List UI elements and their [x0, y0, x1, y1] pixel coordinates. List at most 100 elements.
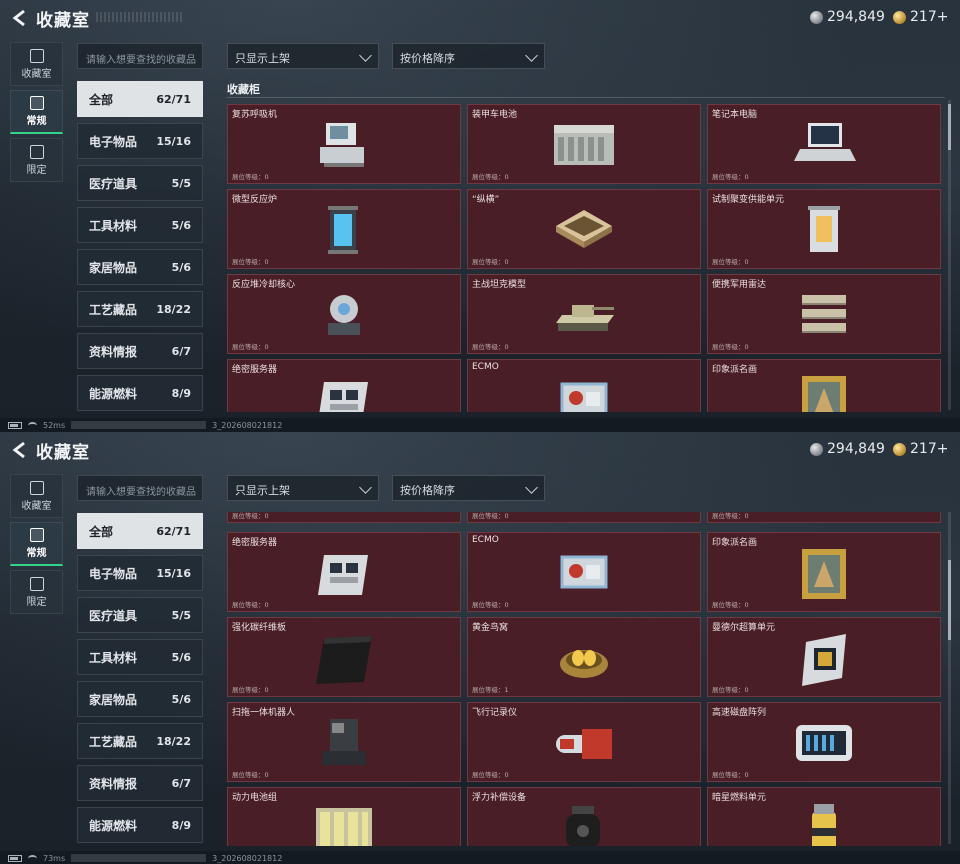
collection-item-card[interactable]: 便携军用雷达 展位等级：0 — [707, 274, 941, 354]
item-level: 展位等级：0 — [472, 601, 509, 609]
collection-item-card[interactable]: 印象派名画 — [707, 359, 941, 412]
item-name: 高速磁盘阵列 — [712, 708, 767, 718]
sort-order-dropdown[interactable]: 按价格降序 — [392, 475, 545, 501]
shelf-filter-dropdown[interactable]: 只显示上架 — [227, 43, 379, 69]
item-level: 展位等级：0 — [472, 343, 509, 351]
item-level: 展位等级：0 — [712, 258, 749, 266]
collection-item-card[interactable]: 绝密服务器 展位等级：0 — [227, 532, 461, 612]
collection-item-card[interactable]: 飞行记录仪 展位等级：0 — [467, 702, 701, 782]
category-count: 62/71 — [156, 92, 191, 106]
collection-item-card[interactable]: 主战坦克模型 展位等级：0 — [467, 274, 701, 354]
painting-icon — [802, 549, 846, 599]
category-count: 5/6 — [171, 650, 191, 664]
category-item[interactable]: 电子物品 15/16 — [77, 123, 203, 159]
item-level: 展位等级：1 — [472, 686, 509, 694]
collection-item-card[interactable]: 展位等级：0 — [707, 512, 941, 523]
silver-currency: 294,849 — [810, 441, 885, 457]
item-level: 展位等级：0 — [712, 173, 749, 181]
item-level: 展位等级：0 — [712, 601, 749, 609]
category-item[interactable]: 工艺藏品 18/22 — [77, 723, 203, 759]
blurred-id — [71, 421, 207, 429]
collection-item-card[interactable]: ECMO 展位等级：0 — [467, 532, 701, 612]
collection-item-card[interactable]: 微型反应炉 展位等级：0 — [227, 189, 461, 269]
category-item[interactable]: 工具材料 5/6 — [77, 207, 203, 243]
collection-item-card[interactable]: 笔记本电脑 展位等级：0 — [707, 104, 941, 184]
collection-item-card[interactable]: 暗星燃料单元 — [707, 787, 941, 846]
category-item[interactable]: 能源燃料 8/9 — [77, 807, 203, 843]
battery-icon — [8, 854, 22, 862]
collection-item-card[interactable]: 黄金鸟窝 展位等级：1 — [467, 617, 701, 697]
picture-icon — [29, 528, 44, 542]
category-item[interactable]: 全部 62/71 — [77, 513, 203, 549]
category-item[interactable]: 工具材料 5/6 — [77, 639, 203, 675]
category-item[interactable]: 医疗道具 5/5 — [77, 597, 203, 633]
category-item[interactable]: 家居物品 5/6 — [77, 681, 203, 717]
category-item[interactable]: 资料情报 6/7 — [77, 333, 203, 369]
side-tab-regular[interactable]: 常规 — [10, 522, 63, 566]
item-name: 绝密服务器 — [232, 538, 278, 548]
collection-item-card[interactable]: 扫拖一体机器人 展位等级：0 — [227, 702, 461, 782]
category-item[interactable]: 全部 62/71 — [77, 81, 203, 117]
item-name: 印象派名画 — [712, 365, 758, 375]
item-level: 展位等级：0 — [712, 512, 749, 520]
item-name: 试制聚变供能单元 — [712, 195, 785, 205]
collection-item-card[interactable]: 展位等级：0 — [467, 512, 701, 523]
side-tab-limited[interactable]: 限定 — [10, 138, 63, 182]
collection-item-card[interactable]: 印象派名画 展位等级：0 — [707, 532, 941, 612]
collection-item-card[interactable]: 浮力补偿设备 — [467, 787, 701, 846]
silver-amount: 294,849 — [827, 9, 885, 25]
collection-item-card[interactable]: 动力电池组 — [227, 787, 461, 846]
item-name: 飞行记录仪 — [472, 708, 518, 718]
item-name: ECMO — [472, 362, 499, 372]
category-name: 家居物品 — [89, 692, 138, 707]
side-tab-limited[interactable]: 限定 — [10, 570, 63, 614]
collection-item-card[interactable]: 反应堆冷却核心 展位等级：0 — [227, 274, 461, 354]
collection-item-card[interactable]: 试制聚变供能单元 展位等级：0 — [707, 189, 941, 269]
collection-item-card[interactable]: 展位等级：0 — [227, 512, 461, 523]
chevron-down-icon — [525, 49, 538, 62]
picture-icon — [29, 96, 44, 110]
side-tab-regular[interactable]: 常规 — [10, 90, 63, 134]
category-count: 62/71 — [156, 524, 191, 538]
back-arrow-icon[interactable] — [10, 440, 30, 460]
collection-item-card[interactable]: ECMO — [467, 359, 701, 412]
sort-order-dropdown[interactable]: 按价格降序 — [392, 43, 545, 69]
side-tab-collection-room[interactable]: 收藏室 — [10, 42, 63, 86]
archive-icon — [29, 480, 44, 495]
collection-item-card[interactable]: 曼德尔超算单元 展位等级：0 — [707, 617, 941, 697]
category-item[interactable]: 工艺藏品 18/22 — [77, 291, 203, 327]
collection-item-card[interactable]: 复苏呼吸机 展位等级：0 — [227, 104, 461, 184]
gold-currency[interactable]: 217+ — [893, 9, 948, 25]
collection-item-card[interactable]: 高速磁盘阵列 展位等级：0 — [707, 702, 941, 782]
category-item[interactable]: 电子物品 15/16 — [77, 555, 203, 591]
category-item[interactable]: 家居物品 5/6 — [77, 249, 203, 285]
category-item[interactable]: 医疗道具 5/5 — [77, 165, 203, 201]
shelf-filter-dropdown[interactable]: 只显示上架 — [227, 475, 379, 501]
category-item[interactable]: 能源燃料 8/9 — [77, 375, 203, 411]
sort-order-value: 按价格降序 — [400, 52, 455, 65]
scrollbar-thumb[interactable] — [948, 560, 951, 640]
side-tab-collection-room[interactable]: 收藏室 — [10, 474, 63, 518]
category-name: 工艺藏品 — [89, 734, 138, 749]
collection-item-card[interactable]: 强化碳纤维板 展位等级：0 — [227, 617, 461, 697]
collection-item-card[interactable]: 装甲车电池 展位等级：0 — [467, 104, 701, 184]
server-icon — [319, 382, 368, 412]
collection-item-card[interactable]: “纵横” 展位等级：0 — [467, 189, 701, 269]
category-count: 15/16 — [156, 134, 191, 148]
collection-item-card[interactable]: 绝密服务器 — [227, 359, 461, 412]
silver-amount: 294,849 — [827, 441, 885, 457]
archive-icon — [29, 48, 44, 63]
scrollbar-thumb[interactable] — [948, 104, 951, 150]
back-arrow-icon[interactable] — [10, 8, 30, 28]
section-divider — [227, 97, 945, 98]
shelf-filter-value: 只显示上架 — [235, 484, 290, 497]
search-input[interactable]: 请输入想要查找的收藏品 — [77, 475, 203, 501]
category-item[interactable]: 资料情报 6/7 — [77, 765, 203, 801]
item-level: 展位等级：0 — [232, 686, 269, 694]
gold-coin-icon — [893, 442, 906, 456]
chevron-down-icon — [359, 49, 372, 62]
category-count: 5/6 — [171, 692, 191, 706]
gold-currency[interactable]: 217+ — [893, 441, 948, 457]
disk-array-icon — [796, 725, 852, 761]
search-input[interactable]: 请输入想要查找的收藏品 — [77, 43, 203, 69]
